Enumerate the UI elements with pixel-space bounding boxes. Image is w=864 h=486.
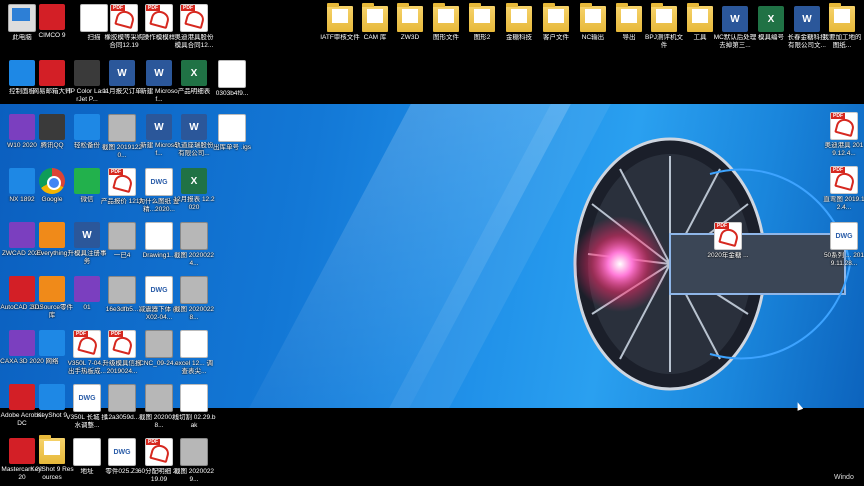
dwg-icon: DWG	[108, 438, 136, 466]
folder-icon	[651, 3, 677, 32]
excel-icon: X	[758, 6, 784, 32]
word-icon: W	[722, 6, 748, 32]
desktop-icon[interactable]: 我要加工地的图纸...	[820, 3, 864, 49]
pdf-icon: PDF	[145, 438, 173, 466]
word-icon: W	[109, 60, 135, 86]
word-icon: W	[74, 222, 100, 248]
pdf-icon: PDF	[110, 4, 138, 32]
desktop-icon[interactable]: DWG 50系列 ... 2019.11.28...	[822, 222, 864, 267]
img-icon	[145, 384, 173, 412]
dwg-icon: DWG	[73, 384, 101, 412]
desktop-icon[interactable]: 线切割 02.29.bak	[172, 384, 216, 429]
pdf-icon: PDF	[830, 112, 858, 140]
doc-icon	[180, 330, 208, 358]
folder-icon	[433, 3, 459, 32]
doc-icon	[218, 114, 246, 142]
desktop-icon[interactable]: CIMCO 9	[30, 4, 74, 40]
folder-icon	[362, 3, 388, 32]
orange-icon	[39, 276, 65, 302]
folder-icon	[469, 3, 495, 32]
desktop-icon[interactable]: PDF 奥迪港具股份模具合同12...	[172, 4, 216, 49]
excel-icon: X	[181, 60, 207, 86]
img-icon	[145, 330, 173, 358]
word-icon: W	[146, 60, 172, 86]
green-icon	[74, 168, 100, 194]
pdf-icon: PDF	[714, 222, 742, 250]
img-icon	[108, 114, 136, 142]
activate-windows-watermark: Windo	[834, 474, 854, 481]
pdf-icon: PDF	[108, 168, 136, 196]
desktop-icon[interactable]: X 12月报表 12.2020	[172, 168, 216, 211]
pdf-icon: PDF	[73, 330, 101, 358]
folder-icon	[687, 3, 713, 32]
img-icon	[108, 222, 136, 250]
desktop-icon[interactable]: 截图 20200224...	[172, 222, 216, 267]
red-icon	[39, 60, 65, 86]
dwg-icon: DWG	[145, 168, 173, 196]
img-icon	[108, 384, 136, 412]
desktop-icon-label: 50系列 ... 2019.11.28...	[823, 252, 864, 267]
desktop-icon-label: 奥迪港具股份模具合同12...	[174, 34, 214, 49]
desktop-icon[interactable]: excel 12... 调查表尖...	[172, 330, 216, 375]
desktop-icon-label: 奥迪港具 2019.12.4...	[824, 142, 864, 157]
desktop-icon[interactable]: PDF 直弯图 2019.12.4...	[822, 166, 864, 211]
folder-icon	[829, 3, 855, 32]
img-icon	[180, 222, 208, 250]
desktop-icon[interactable]: PDF 2020年金糖 ...	[706, 222, 750, 260]
desktop-icon-label: excel 12... 调查表尖...	[175, 360, 213, 375]
img-icon	[108, 276, 136, 304]
folder-icon	[506, 3, 532, 32]
folder-icon	[616, 3, 642, 32]
orange-icon	[39, 222, 65, 248]
app-icon	[39, 114, 65, 140]
pdf-icon: PDF	[180, 4, 208, 32]
folder-icon	[397, 3, 423, 32]
desktop-icon-label: 截图 20200224...	[173, 252, 215, 267]
doc-icon	[145, 222, 173, 250]
desktop: 此电脑 CIMCO 9 扫描 PDF 橡胶模等采购合同12.19 PDF 操作模模样 PDF 奥…	[0, 0, 864, 486]
folder-icon	[39, 435, 65, 464]
excel-icon: X	[181, 168, 207, 194]
purple-icon	[74, 276, 100, 302]
app-icon	[74, 60, 100, 86]
doc-icon	[73, 438, 101, 466]
desktop-icon-label: CIMCO 9	[38, 32, 66, 39]
desktop-icon-label: 直弯图 2019.12.4...	[823, 196, 864, 211]
word-icon: W	[794, 6, 820, 32]
dwg-icon: DWG	[830, 222, 858, 250]
desktop-icon-label: 截图 20200228...	[173, 306, 215, 321]
desktop-icon[interactable]: 截图 20200228...	[172, 276, 216, 321]
desktop-icon-label: 0303b4f9...	[215, 90, 249, 97]
word-icon: W	[181, 114, 207, 140]
dwg-icon: DWG	[145, 276, 173, 304]
blue-icon	[39, 330, 65, 356]
desktop-icon-label: 我要加工地的图纸...	[822, 34, 862, 49]
pdf-icon: PDF	[145, 4, 173, 32]
img-icon	[180, 276, 208, 304]
chrome-icon	[39, 168, 65, 194]
doc-icon	[218, 60, 246, 88]
desktop-icon-label: 2020年金糖 ...	[707, 252, 749, 259]
pdf-icon: PDF	[830, 166, 858, 194]
desktop-icon-label: 出库单号 .igs	[213, 144, 251, 151]
folder-icon	[327, 3, 353, 32]
folder-icon	[543, 3, 569, 32]
desktop-icon-label: 12月报表 12.2020	[173, 196, 215, 211]
desktop-icon[interactable]: 0303b4f9...	[210, 60, 254, 98]
desktop-icon[interactable]: 截图 20200229...	[172, 438, 216, 483]
word-icon: W	[146, 114, 172, 140]
blue-icon	[74, 114, 100, 140]
img-icon	[180, 438, 208, 466]
folder-icon	[580, 3, 606, 32]
desktop-icon-label: 线切割 02.29.bak	[172, 414, 216, 429]
desktop-icon[interactable]: 出库单号 .igs	[210, 114, 254, 152]
blue-icon	[39, 384, 65, 410]
pdf-icon: PDF	[108, 330, 136, 358]
red-icon	[39, 4, 65, 30]
doc-icon	[180, 384, 208, 412]
desktop-icon-label: 截图 20200229...	[173, 468, 215, 483]
desktop-icon[interactable]: PDF 奥迪港具 2019.12.4...	[822, 112, 864, 157]
